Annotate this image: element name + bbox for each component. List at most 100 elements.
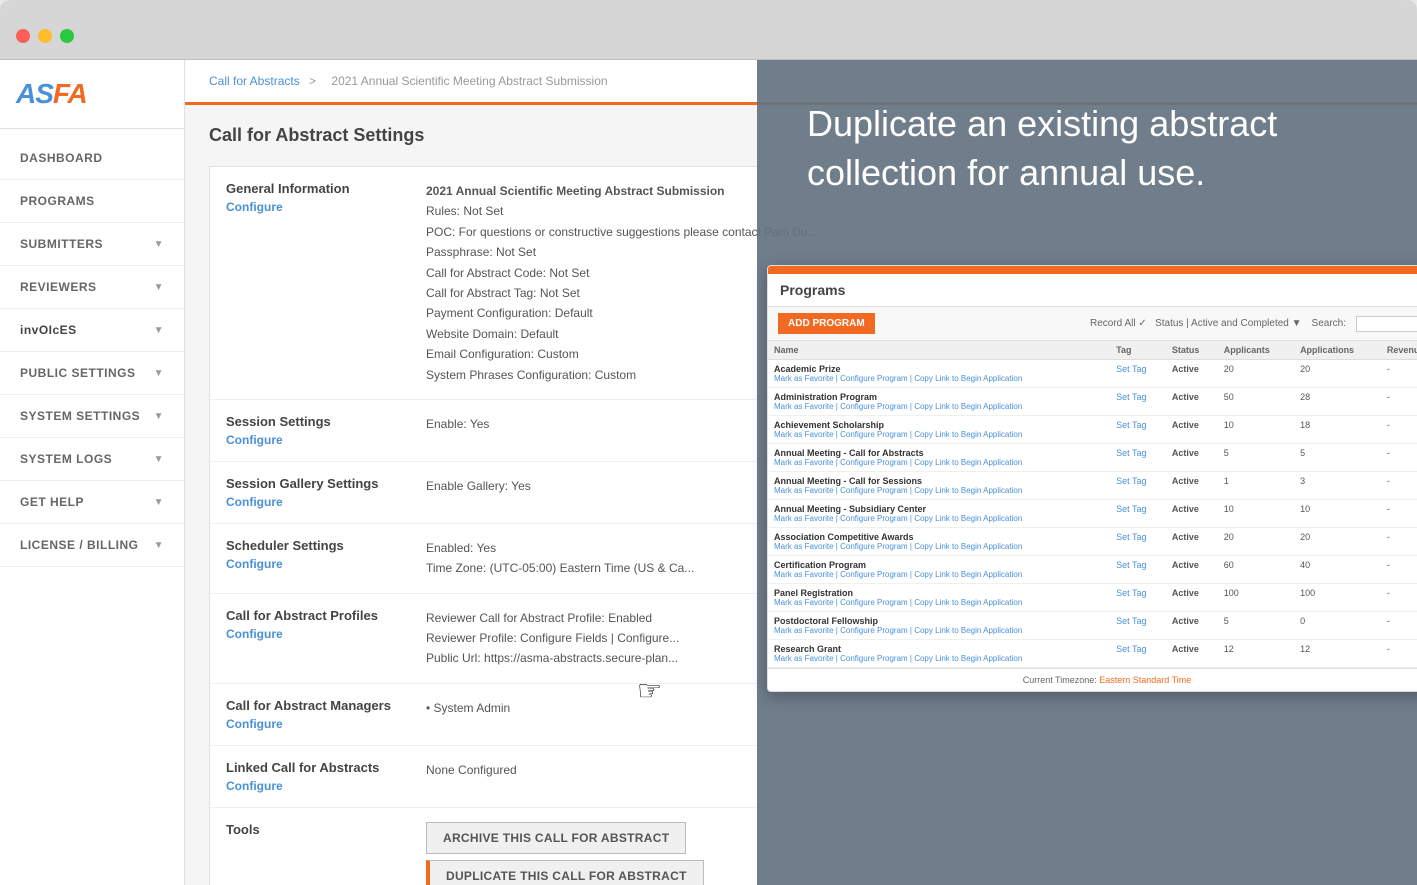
sidebar-item-system-settings[interactable]: SYSTEM SETTINGS ▼: [0, 395, 184, 438]
cell-applicants: 5: [1218, 444, 1294, 472]
cell-revenue: -: [1381, 388, 1417, 416]
minimize-button[interactable]: [38, 29, 52, 43]
sidebar-item-reviewers[interactable]: REVIEWERS ▼: [0, 266, 184, 309]
cell-name: Certification Program Mark as Favorite |…: [768, 556, 1110, 584]
cell-revenue: -: [1381, 472, 1417, 500]
cell-applications: 20: [1294, 360, 1381, 388]
duplicate-button[interactable]: DUPLICATE THIS CALL FOR ABSTRACT: [426, 860, 704, 885]
browser-chrome: [0, 0, 1417, 60]
cell-revenue: -: [1381, 360, 1417, 388]
cell-applicants: 50: [1218, 388, 1294, 416]
cell-applications: 20: [1294, 528, 1381, 556]
cell-applicants: 5: [1218, 612, 1294, 640]
sidebar-item-invoices[interactable]: invOIcES ▼: [0, 309, 184, 352]
cell-applications: 10: [1294, 500, 1381, 528]
configure-link-linked[interactable]: Configure: [226, 779, 426, 793]
sidebar-item-system-logs[interactable]: SYSTEM LOGS ▼: [0, 438, 184, 481]
cell-applicants: 12: [1218, 640, 1294, 668]
cell-revenue: -: [1381, 528, 1417, 556]
configure-link-general[interactable]: Configure: [226, 200, 426, 214]
sidebar-item-dashboard[interactable]: DASHBOARD: [0, 137, 184, 180]
col-tag: Tag: [1110, 341, 1166, 360]
cell-tag[interactable]: Set Tag: [1110, 584, 1166, 612]
cell-name: Annual Meeting - Call for Abstracts Mark…: [768, 444, 1110, 472]
archive-button[interactable]: ARCHIVE THIS CALL FOR ABSTRACT: [426, 822, 686, 854]
cell-applications: 100: [1294, 584, 1381, 612]
cell-tag[interactable]: Set Tag: [1110, 360, 1166, 388]
sidebar-item-submitters[interactable]: SUBMITTERS ▼: [0, 223, 184, 266]
sidebar-item-programs[interactable]: PROGRAMS: [0, 180, 184, 223]
sidebar-nav: DASHBOARD PROGRAMS SUBMITTERS ▼ REVIEWER…: [0, 129, 184, 567]
cell-status: Active: [1166, 612, 1218, 640]
cell-tag[interactable]: Set Tag: [1110, 388, 1166, 416]
col-applications: Applications: [1294, 341, 1381, 360]
cell-applications: 5: [1294, 444, 1381, 472]
cell-status: Active: [1166, 556, 1218, 584]
cell-name: Postdoctoral Fellowship Mark as Favorite…: [768, 612, 1110, 640]
cell-tag[interactable]: Set Tag: [1110, 472, 1166, 500]
cell-revenue: -: [1381, 584, 1417, 612]
sidebar: ASFA DASHBOARD PROGRAMS SUBMITTERS ▼ REV…: [0, 60, 185, 885]
cell-name: Research Grant Mark as Favorite | Config…: [768, 640, 1110, 668]
sidebar-item-get-help[interactable]: GET HELP ▼: [0, 481, 184, 524]
cell-status: Active: [1166, 584, 1218, 612]
cell-revenue: -: [1381, 556, 1417, 584]
configure-link-scheduler[interactable]: Configure: [226, 557, 426, 571]
cell-tag[interactable]: Set Tag: [1110, 612, 1166, 640]
configure-link-session[interactable]: Configure: [226, 433, 426, 447]
table-row: Postdoctoral Fellowship Mark as Favorite…: [768, 612, 1417, 640]
overlay-text: Duplicate an existing abstract collectio…: [807, 100, 1367, 197]
configure-link-managers[interactable]: Configure: [226, 717, 426, 731]
chevron-icon: ▼: [154, 454, 164, 465]
configure-link-gallery[interactable]: Configure: [226, 495, 426, 509]
overlay-panel: Duplicate an existing abstract collectio…: [757, 60, 1417, 885]
cell-tag[interactable]: Set Tag: [1110, 640, 1166, 668]
cell-applicants: 20: [1218, 528, 1294, 556]
table-row: Achievement Scholarship Mark as Favorite…: [768, 416, 1417, 444]
breadcrumb-parent[interactable]: Call for Abstracts: [209, 74, 300, 88]
cell-applicants: 1: [1218, 472, 1294, 500]
cell-applicants: 10: [1218, 500, 1294, 528]
programs-toolbar: ADD PROGRAM Record All ✓ Status | Active…: [768, 307, 1417, 341]
cell-status: Active: [1166, 444, 1218, 472]
table-row: Administration Program Mark as Favorite …: [768, 388, 1417, 416]
programs-filter[interactable]: Record All ✓ Status | Active and Complet…: [1090, 318, 1302, 329]
timezone-link[interactable]: Eastern Standard Time: [1099, 675, 1191, 685]
table-row: Association Competitive Awards Mark as F…: [768, 528, 1417, 556]
cell-tag[interactable]: Set Tag: [1110, 500, 1166, 528]
main-content: Call for Abstracts > 2021 Annual Scienti…: [185, 60, 1417, 885]
settings-label-managers: Call for Abstract Managers: [226, 698, 391, 713]
programs-search-input[interactable]: [1356, 316, 1417, 332]
cell-tag[interactable]: Set Tag: [1110, 528, 1166, 556]
chevron-icon: ▼: [154, 239, 164, 250]
sidebar-item-license-billing[interactable]: LICENSE / BILLING ▼: [0, 524, 184, 567]
settings-label-tools: Tools: [226, 822, 260, 837]
chevron-icon: ▼: [154, 497, 164, 508]
cell-revenue: -: [1381, 612, 1417, 640]
cell-revenue: -: [1381, 416, 1417, 444]
cell-status: Active: [1166, 472, 1218, 500]
settings-label-profiles: Call for Abstract Profiles: [226, 608, 378, 623]
cell-applications: 3: [1294, 472, 1381, 500]
settings-label-general: General Information: [226, 181, 350, 196]
cell-applications: 18: [1294, 416, 1381, 444]
cell-status: Active: [1166, 360, 1218, 388]
cell-status: Active: [1166, 640, 1218, 668]
maximize-button[interactable]: [60, 29, 74, 43]
table-row: Research Grant Mark as Favorite | Config…: [768, 640, 1417, 668]
configure-link-profiles[interactable]: Configure: [226, 627, 426, 641]
cell-tag[interactable]: Set Tag: [1110, 556, 1166, 584]
programs-header-bar: [768, 266, 1417, 274]
close-button[interactable]: [16, 29, 30, 43]
cell-name: Annual Meeting - Call for Sessions Mark …: [768, 472, 1110, 500]
add-program-button[interactable]: ADD PROGRAM: [778, 313, 875, 334]
cell-revenue: -: [1381, 640, 1417, 668]
cell-tag[interactable]: Set Tag: [1110, 444, 1166, 472]
table-row: Academic Prize Mark as Favorite | Config…: [768, 360, 1417, 388]
table-row: Certification Program Mark as Favorite |…: [768, 556, 1417, 584]
cell-name: Panel Registration Mark as Favorite | Co…: [768, 584, 1110, 612]
sidebar-item-public-settings[interactable]: PUBLIC SETTINGS ▼: [0, 352, 184, 395]
cell-tag[interactable]: Set Tag: [1110, 416, 1166, 444]
cell-applications: 12: [1294, 640, 1381, 668]
chevron-icon: ▼: [154, 325, 164, 336]
